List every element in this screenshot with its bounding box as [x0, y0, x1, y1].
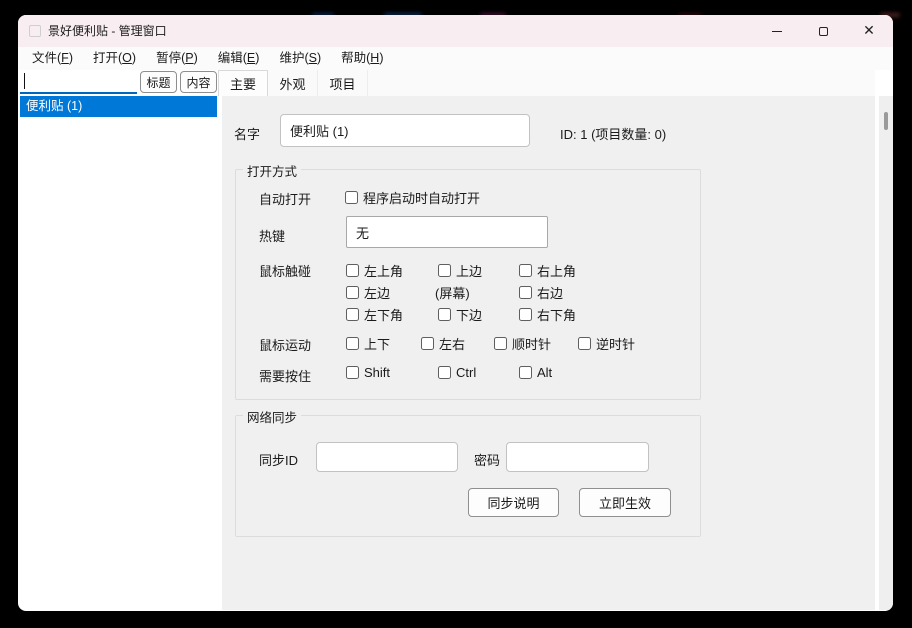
touch-topleft-checkbox[interactable]: 左上角 [346, 261, 403, 280]
text-caret [24, 73, 25, 89]
checkbox-icon[interactable] [519, 308, 532, 321]
close-icon: ✕ [863, 24, 875, 38]
hold-shift-checkbox[interactable]: Shift [346, 365, 390, 380]
checkbox-icon[interactable] [345, 191, 358, 204]
tab-items[interactable]: 项目 [318, 70, 368, 96]
app-icon [29, 25, 41, 37]
name-input[interactable] [280, 114, 530, 147]
checkbox-icon[interactable] [346, 286, 359, 299]
open-mode-group-title: 打开方式 [243, 161, 301, 180]
hotkey-input[interactable] [346, 216, 548, 248]
scrollbar-thumb[interactable] [884, 112, 888, 130]
search-input[interactable] [20, 70, 137, 94]
filter-content-button[interactable]: 内容 [180, 71, 217, 93]
motion-leftright-checkbox[interactable]: 左右 [421, 334, 465, 353]
id-text: ID: 1 (项目数量: 0) [560, 124, 666, 143]
touch-bottomright-checkbox[interactable]: 右下角 [519, 305, 576, 324]
tab-strip: 主要 外观 项目 [218, 70, 875, 96]
name-label: 名字 [234, 124, 260, 143]
hotkey-label: 热键 [259, 226, 285, 245]
mouse-touch-label: 鼠标触碰 [259, 261, 311, 280]
tab-appearance[interactable]: 外观 [268, 70, 318, 96]
password-label: 密码 [474, 450, 500, 469]
password-input[interactable] [506, 442, 649, 472]
menu-file[interactable]: 文件(F) [22, 47, 83, 70]
maximize-icon [819, 27, 828, 36]
app-window: 景好便利贴 - 管理窗口 ✕ 文件(F) 打开(O) 暂停(P) 编辑(E) 维… [18, 15, 893, 611]
menu-open[interactable]: 打开(O) [83, 47, 146, 70]
touch-topright-checkbox[interactable]: 右上角 [519, 261, 576, 280]
sync-help-button[interactable]: 同步说明 [468, 488, 559, 517]
checkbox-icon[interactable] [519, 366, 532, 379]
checkbox-icon[interactable] [438, 264, 451, 277]
checkbox-icon[interactable] [346, 366, 359, 379]
checkbox-icon[interactable] [438, 366, 451, 379]
sync-id-label: 同步ID [259, 450, 298, 469]
auto-open-checkbox-label: 程序启动时自动打开 [363, 188, 480, 207]
close-button[interactable]: ✕ [846, 15, 892, 47]
mouse-motion-label: 鼠标运动 [259, 335, 311, 354]
menu-bar: 文件(F) 打开(O) 暂停(P) 编辑(E) 维护(S) 帮助(H) [18, 47, 893, 70]
window-title: 景好便利贴 - 管理窗口 [48, 15, 167, 47]
open-mode-group: 打开方式 自动打开 程序启动时自动打开 热键 鼠标触碰 左上角 上边 右上角 左… [235, 169, 701, 400]
filter-title-button[interactable]: 标题 [140, 71, 177, 93]
checkbox-icon[interactable] [421, 337, 434, 350]
checkbox-icon[interactable] [494, 337, 507, 350]
checkbox-icon[interactable] [519, 264, 532, 277]
notes-list[interactable]: 便利贴 (1) [20, 96, 217, 609]
minimize-button[interactable] [754, 15, 800, 47]
checkbox-icon[interactable] [438, 308, 451, 321]
menu-help[interactable]: 帮助(H) [331, 47, 393, 70]
titlebar[interactable]: 景好便利贴 - 管理窗口 ✕ [18, 15, 893, 47]
hold-ctrl-checkbox[interactable]: Ctrl [438, 365, 476, 380]
touch-left-checkbox[interactable]: 左边 [346, 283, 390, 302]
list-item[interactable]: 便利贴 (1) [20, 96, 217, 117]
network-sync-group-title: 网络同步 [243, 407, 301, 426]
touch-bottom-checkbox[interactable]: 下边 [438, 305, 482, 324]
checkbox-icon[interactable] [578, 337, 591, 350]
screen-center-label: (屏幕) [435, 283, 470, 302]
menu-maintain[interactable]: 维护(S) [269, 47, 331, 70]
maximize-button[interactable] [800, 15, 846, 47]
motion-updown-checkbox[interactable]: 上下 [346, 334, 390, 353]
hold-alt-checkbox[interactable]: Alt [519, 365, 552, 380]
minimize-icon [772, 31, 782, 32]
auto-open-checkbox[interactable]: 程序启动时自动打开 [345, 188, 480, 207]
checkbox-icon[interactable] [519, 286, 532, 299]
touch-bottomleft-checkbox[interactable]: 左下角 [346, 305, 403, 324]
auto-open-label: 自动打开 [259, 189, 311, 208]
apply-now-button[interactable]: 立即生效 [579, 488, 671, 517]
motion-counterclockwise-checkbox[interactable]: 逆时针 [578, 334, 635, 353]
vertical-scrollbar[interactable] [878, 96, 893, 610]
checkbox-icon[interactable] [346, 337, 359, 350]
network-sync-group: 网络同步 同步ID 密码 同步说明 立即生效 [235, 415, 701, 537]
motion-clockwise-checkbox[interactable]: 顺时针 [494, 334, 551, 353]
checkbox-icon[interactable] [346, 264, 359, 277]
tab-page-main: 名字 ID: 1 (项目数量: 0) 打开方式 自动打开 程序启动时自动打开 热… [222, 96, 875, 610]
touch-top-checkbox[interactable]: 上边 [438, 261, 482, 280]
menu-edit[interactable]: 编辑(E) [208, 47, 270, 70]
touch-right-checkbox[interactable]: 右边 [519, 283, 563, 302]
sync-id-input[interactable] [316, 442, 458, 472]
checkbox-icon[interactable] [346, 308, 359, 321]
tab-main[interactable]: 主要 [218, 70, 268, 96]
menu-pause[interactable]: 暂停(P) [146, 47, 208, 70]
hold-key-label: 需要按住 [259, 366, 311, 385]
